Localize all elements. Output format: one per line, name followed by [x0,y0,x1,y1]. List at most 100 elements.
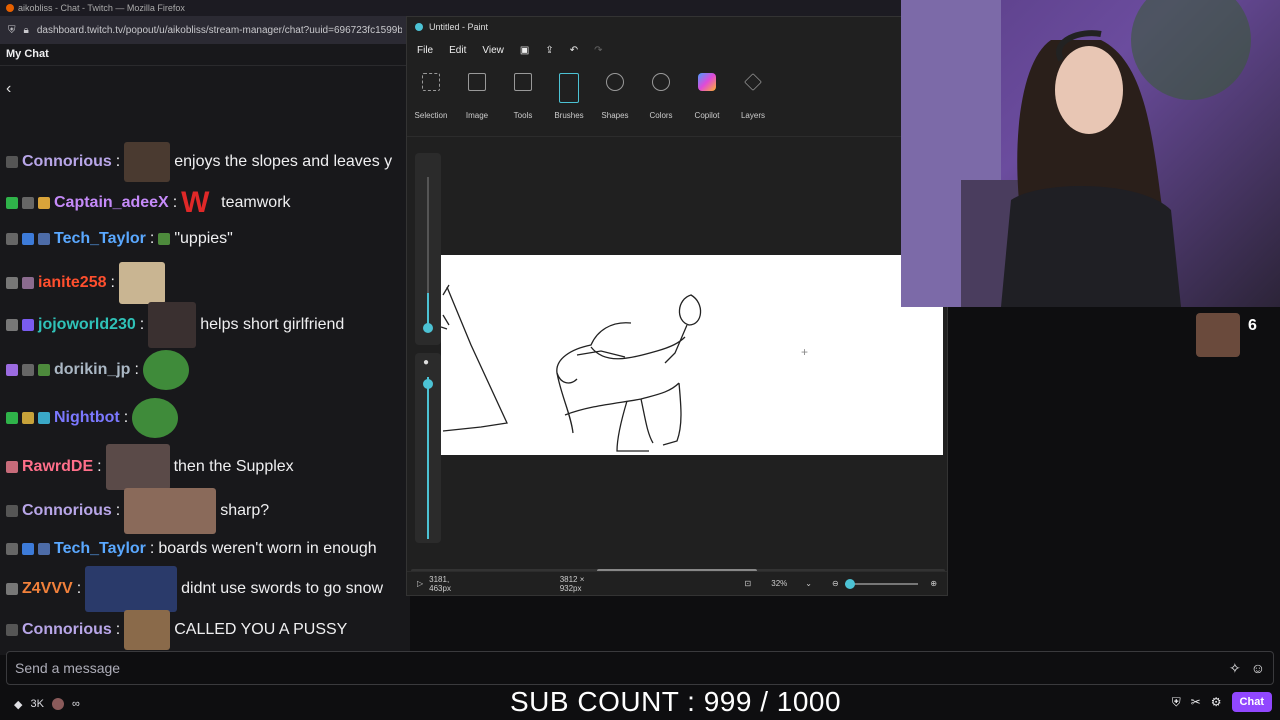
size-slider[interactable] [415,153,441,345]
gear-icon[interactable]: ⚙ [1211,695,1222,709]
zoom-in-icon[interactable]: ⊕ [930,579,937,588]
mod-icon[interactable]: ✂ [1191,695,1201,709]
chat-message: Nightbot: [6,398,179,438]
sketch-drawing [440,284,702,452]
emote-image [124,142,171,182]
chat-send-button[interactable]: Chat [1231,692,1272,712]
chat-username[interactable]: dorikin_jp [54,361,130,379]
ribbon-shapes[interactable]: Shapes [599,73,631,120]
zoom-level: 32% [771,579,788,588]
streamer-image [901,0,1251,307]
paint-workspace[interactable]: ● + [407,137,947,577]
chat-message: Tech_Taylor: "uppies" [6,230,233,248]
chat-message: Connorious: enjoys the slopes and leaves… [6,142,392,182]
cloud-badge-icon [6,543,18,555]
shield-icon: ⛨ [8,24,16,36]
verified-badge-icon [22,233,34,245]
window-title: aikobliss - Chat - Twitch — Mozilla Fire… [18,3,185,13]
cloud-badge-icon [6,156,18,168]
zoom-slider[interactable] [844,578,919,589]
zoom-select[interactable]: 32% ⌄ [771,579,812,588]
ribbon-label: Colors [649,111,673,120]
chat-username[interactable]: jojoworld230 [38,316,136,334]
chat-username[interactable]: Connorious [22,502,112,520]
chat-message-list[interactable]: Connorious: enjoys the slopes and leaves… [0,110,410,655]
pepe-emote-image [132,398,179,438]
chat-actions: ⛨ ✂ ⚙ Chat [1172,692,1272,712]
chat-username[interactable]: RawrdDE [22,458,93,476]
viewer-count-number: 6 [1248,317,1257,334]
ribbon-tools[interactable]: Tools [507,73,539,120]
message-placeholder: Send a message [15,660,121,676]
sub-badge-icon [22,277,34,289]
paint-app-icon [415,23,423,31]
cloud-badge-icon [6,583,18,595]
chevron-down-icon: ⌄ [805,579,812,588]
url-text[interactable]: dashboard.twitch.tv/popout/u/aikobliss/s… [37,25,402,36]
chat-text: sharp? [220,502,270,519]
chat-username[interactable]: Connorious [22,621,112,639]
sub-badge-icon [38,412,50,424]
chat-message: jojoworld230: helps short girlfriend [6,302,344,348]
ribbon-layers[interactable]: Layers [737,73,769,120]
share-icon[interactable]: ⇪ [545,45,553,56]
fit-to-window-icon[interactable]: ⊡ [745,579,752,588]
chat-username[interactable]: Tech_Taylor [54,230,146,248]
image-icon [468,73,486,91]
crosshair-cursor-icon: + [801,345,809,359]
subscriber-badge-icon [38,233,50,245]
drawing-canvas[interactable] [440,255,943,455]
chat-message: Tech_Taylor: boards weren't worn in enou… [6,540,377,558]
back-button[interactable]: ‹ [0,66,410,110]
menu-edit[interactable]: Edit [449,45,466,56]
mute-badge-icon [22,364,34,376]
ribbon-selection[interactable]: Selection [415,73,447,120]
shield-icon[interactable]: ⛨ [1172,695,1181,710]
chat-text: didnt use swords to go snow [181,580,384,597]
sub-badge-icon [6,461,18,473]
emote-image [105,444,170,490]
selection-icon [422,73,440,91]
pointer-icon: ▷ [417,579,424,588]
opacity-slider[interactable]: ● [415,353,441,543]
chat-username[interactable]: ianite258 [38,274,106,292]
opacity-slider-thumb[interactable] [423,379,433,389]
zoom-out-icon[interactable]: ⊖ [832,579,839,588]
zoom-slider-thumb[interactable] [844,578,855,589]
tools-icon [514,73,532,91]
shapes-icon [606,73,624,91]
sub-badge-icon [22,319,34,331]
emote-picker-icon[interactable]: ☺ [1251,660,1265,677]
ribbon-label: Brushes [554,111,584,120]
sub-badge-icon [38,364,50,376]
chat-username[interactable]: Connorious [22,153,112,171]
url-bar[interactable]: ⛨ 🔒︎ dashboard.twitch.tv/popout/u/aikobl… [0,16,410,44]
ribbon-colors[interactable]: Colors [645,73,677,120]
message-input[interactable]: Send a message ✧ ☺ [6,651,1274,685]
viewer-total: 3K [30,698,44,710]
redo-icon[interactable]: ↷ [594,45,602,56]
palette-icon [652,73,670,91]
ribbon-label: Layers [740,111,765,120]
ribbon-label: Shapes [601,111,629,120]
ribbon-brushes[interactable]: Brushes [553,73,585,120]
bits-icon[interactable]: ✧ [1229,660,1241,677]
ribbon-copilot[interactable]: Copilot [691,73,723,120]
undo-icon[interactable]: ↶ [570,45,578,56]
chat-username[interactable]: Nightbot [54,409,120,427]
firefox-icon [6,4,14,12]
paint-menubar: File Edit View ▣ ⇪ ↶ ↷ ⚑ [407,37,947,63]
save-icon[interactable]: ▣ [520,45,529,56]
menu-file[interactable]: File [417,45,433,56]
paint-titlebar: Untitled - Paint – [407,17,947,37]
pepe-emote-image [142,350,189,390]
chat-username[interactable]: Z4VVV [22,580,73,598]
cloud-badge-icon [6,277,18,289]
ribbon-image[interactable]: Image [461,73,493,120]
size-slider-thumb[interactable] [423,323,433,333]
chat-username[interactable]: Tech_Taylor [54,540,146,558]
chat-username[interactable]: Captain_adeeX [54,194,169,212]
menu-view[interactable]: View [482,45,504,56]
chat-text: CALLED YOU A PUSSY [174,621,348,638]
chat-text: enjoys the slopes and leaves y [174,153,393,170]
